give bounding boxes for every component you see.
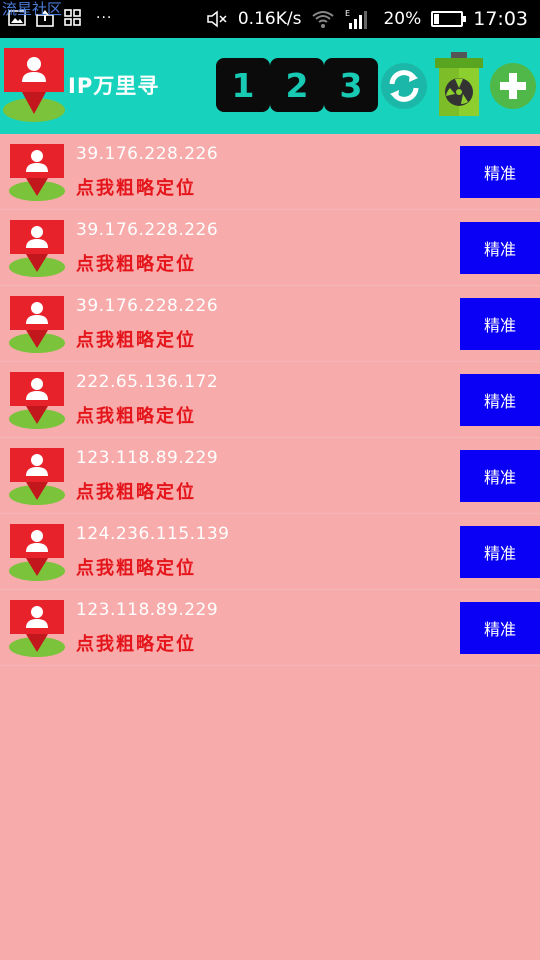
cell-signal-icon: E xyxy=(345,9,368,29)
rough-locate-link[interactable]: 点我粗略定位 xyxy=(76,402,196,428)
ip-address: 123.118.89.229 xyxy=(76,600,219,620)
ip-address: 39.176.228.226 xyxy=(76,296,219,316)
watermark: 流星社区 xyxy=(2,0,63,18)
wifi-icon xyxy=(312,11,335,28)
rough-locate-link[interactable]: 点我粗略定位 xyxy=(76,326,196,352)
list-item[interactable]: 123.118.89.229 点我粗略定位 精准 xyxy=(0,438,540,514)
status-bar: ··· 流星社区 0.16K/s E 20% 17:03 xyxy=(0,0,540,38)
location-pin-icon xyxy=(9,524,65,581)
precise-locate-button[interactable]: 精准 xyxy=(460,374,540,426)
system-indicators: 0.16K/s E 20% 17:03 xyxy=(206,6,528,32)
list-item[interactable]: 124.236.115.139 点我粗略定位 精准 xyxy=(0,514,540,590)
add-icon[interactable] xyxy=(489,62,537,110)
ip-address: 222.65.136.172 xyxy=(76,372,219,392)
list-item[interactable]: 123.118.89.229 点我粗略定位 精准 xyxy=(0,590,540,666)
location-pin-icon xyxy=(9,372,65,429)
precise-locate-button[interactable]: 精准 xyxy=(460,146,540,198)
precise-locate-button[interactable]: 精准 xyxy=(460,602,540,654)
ip-address: 123.118.89.229 xyxy=(76,448,219,468)
mute-icon xyxy=(207,10,227,28)
ip-address: 39.176.228.226 xyxy=(76,220,219,240)
battery-icon xyxy=(431,11,467,27)
tab-1-button[interactable]: 1 xyxy=(216,58,270,112)
ip-history-list: 39.176.228.226 点我粗略定位 精准 39.176.228.226 … xyxy=(0,134,540,666)
more-notifications: ··· xyxy=(96,10,113,26)
app-logo-location-pin-icon xyxy=(3,48,65,122)
location-pin-icon xyxy=(9,144,65,201)
precise-locate-button[interactable]: 精准 xyxy=(460,298,540,350)
list-item[interactable]: 39.176.228.226 点我粗略定位 精准 xyxy=(0,210,540,286)
network-speed: 0.16K/s xyxy=(237,9,302,29)
tab-2-button[interactable]: 2 xyxy=(270,58,324,112)
precise-locate-button[interactable]: 精准 xyxy=(460,222,540,274)
list-item[interactable]: 39.176.228.226 点我粗略定位 精准 xyxy=(0,286,540,362)
clock: 17:03 xyxy=(473,8,528,30)
location-pin-icon xyxy=(9,448,65,505)
app-title: IP万里寻 xyxy=(68,74,160,98)
rough-locate-link[interactable]: 点我粗略定位 xyxy=(76,630,196,656)
rough-locate-link[interactable]: 点我粗略定位 xyxy=(76,250,196,276)
trash-icon[interactable] xyxy=(433,52,485,118)
app-toolbar: IP万里寻 1 2 3 xyxy=(0,38,540,134)
tab-3-button[interactable]: 3 xyxy=(324,58,378,112)
precise-locate-button[interactable]: 精准 xyxy=(460,450,540,502)
rough-locate-link[interactable]: 点我粗略定位 xyxy=(76,478,196,504)
rough-locate-link[interactable]: 点我粗略定位 xyxy=(76,554,196,580)
precise-locate-button[interactable]: 精准 xyxy=(460,526,540,578)
rough-locate-link[interactable]: 点我粗略定位 xyxy=(76,174,196,200)
app-grid-icon xyxy=(64,9,81,26)
location-pin-icon xyxy=(9,220,65,277)
signal-type-label: E xyxy=(345,9,350,18)
refresh-icon[interactable] xyxy=(380,62,428,110)
ip-address: 39.176.228.226 xyxy=(76,144,219,164)
battery-level xyxy=(434,14,440,24)
list-item[interactable]: 222.65.136.172 点我粗略定位 精准 xyxy=(0,362,540,438)
ip-address: 124.236.115.139 xyxy=(76,524,230,544)
list-item[interactable]: 39.176.228.226 点我粗略定位 精准 xyxy=(0,134,540,210)
location-pin-icon xyxy=(9,600,65,657)
battery-percent: 20% xyxy=(383,9,422,29)
location-pin-icon xyxy=(9,296,65,353)
